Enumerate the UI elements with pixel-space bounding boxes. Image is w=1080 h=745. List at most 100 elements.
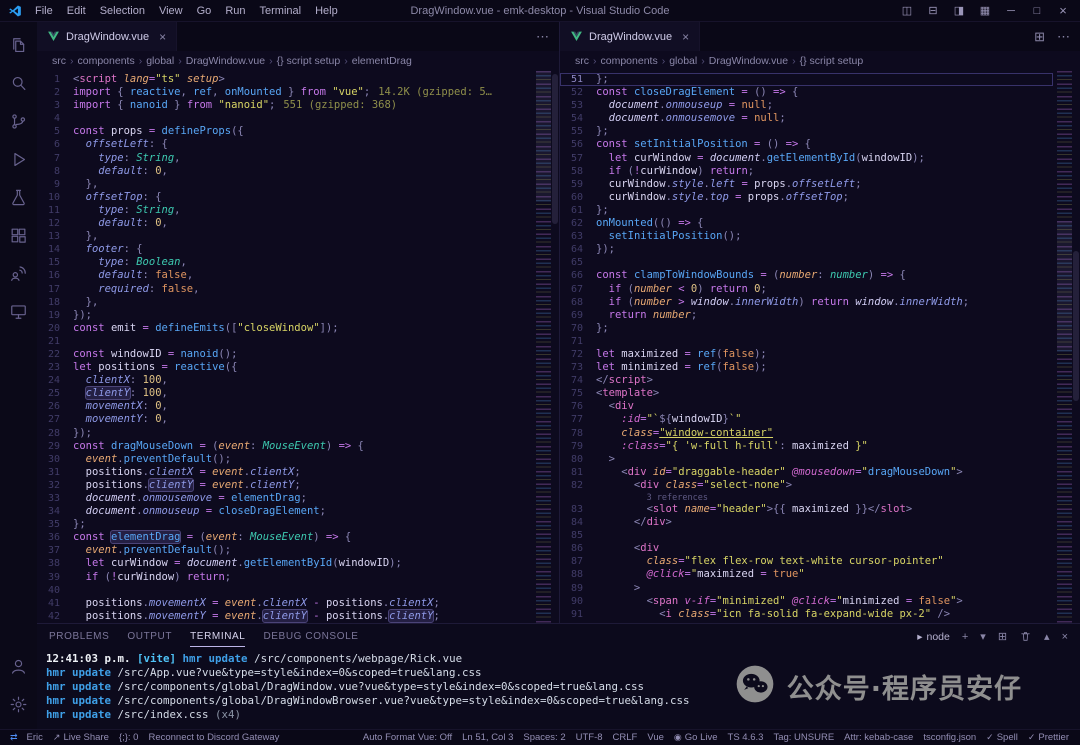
status-tsconfig[interactable]: tsconfig.json: [918, 732, 981, 743]
code-line[interactable]: 87 class="flex flex-row text-white curso…: [560, 555, 1053, 568]
split-editor-icon[interactable]: ⊞: [1034, 29, 1045, 45]
status-go-live[interactable]: ◉Go Live: [669, 732, 723, 743]
minimap[interactable]: [536, 71, 551, 623]
code-line[interactable]: 3 references: [560, 492, 1053, 503]
code-line[interactable]: 38 let curWindow = document.getElementBy…: [37, 557, 532, 570]
code-line[interactable]: 5const props = defineProps({: [37, 125, 532, 138]
code-line[interactable]: 36const elementDrag = (event: MouseEvent…: [37, 531, 532, 544]
tab-dragwindow[interactable]: DragWindow.vue ×: [560, 22, 700, 51]
code-line[interactable]: 65: [560, 256, 1053, 269]
code-line[interactable]: 40: [37, 584, 532, 597]
code-line[interactable]: 77 :id="`${windowID}`": [560, 413, 1053, 426]
code-line[interactable]: 90 <span v-if="minimized" @click="minimi…: [560, 595, 1053, 608]
vscode-logo-icon[interactable]: [8, 4, 22, 18]
code-line[interactable]: 67 if (number < 0) return 0;: [560, 283, 1053, 296]
toggle-secondary-sidebar-icon[interactable]: ◨: [946, 4, 972, 17]
code-line[interactable]: 4: [37, 112, 532, 125]
terminal-instance-item[interactable]: ▸ node: [917, 631, 950, 643]
code-line[interactable]: 52const closeDragElement = () => {: [560, 86, 1053, 99]
maximize-panel-icon[interactable]: ▴: [1044, 630, 1050, 643]
minimize-button[interactable]: ─: [998, 5, 1024, 17]
live-share-icon[interactable]: [0, 254, 37, 292]
status-attr-case[interactable]: Attr: kebab-case: [839, 732, 918, 743]
code-line[interactable]: 53 document.onmouseup = null;: [560, 99, 1053, 112]
menu-terminal[interactable]: Terminal: [253, 5, 309, 17]
code-line[interactable]: 55};: [560, 125, 1053, 138]
code-line[interactable]: 29const dragMouseDown = (event: MouseEve…: [37, 440, 532, 453]
breadcrumb-item[interactable]: global: [669, 55, 697, 67]
code-editor[interactable]: 51};52const closeDragElement = () => {53…: [560, 71, 1053, 623]
maximize-button[interactable]: □: [1024, 5, 1050, 17]
more-actions-icon[interactable]: ⋯: [1057, 29, 1070, 45]
code-line[interactable]: 8 default: 0,: [37, 165, 532, 178]
code-line[interactable]: 70};: [560, 322, 1053, 335]
code-line[interactable]: 75<template>: [560, 387, 1053, 400]
code-line[interactable]: 25 clientY: 100,: [37, 387, 532, 400]
scrollbar[interactable]: [551, 71, 559, 623]
code-line[interactable]: 23let positions = reactive({: [37, 361, 532, 374]
code-line[interactable]: 89 >: [560, 582, 1053, 595]
breadcrumb-item[interactable]: {} script setup: [277, 55, 341, 67]
search-icon[interactable]: [0, 64, 37, 102]
code-line[interactable]: 64});: [560, 243, 1053, 256]
breadcrumb-item[interactable]: DragWindow.vue: [709, 55, 788, 67]
code-line[interactable]: 41 positions.movementX = event.clientX -…: [37, 597, 532, 610]
status-indentation[interactable]: Spaces: 2: [518, 732, 570, 743]
code-line[interactable]: 74</script>: [560, 374, 1053, 387]
code-line[interactable]: 33 document.onmousemove = elementDrag;: [37, 492, 532, 505]
code-line[interactable]: 61};: [560, 204, 1053, 217]
new-terminal-button[interactable]: +: [962, 631, 968, 643]
code-line[interactable]: 31 positions.clientX = event.clientX;: [37, 466, 532, 479]
code-line[interactable]: 73let minimized = ref(false);: [560, 361, 1053, 374]
testing-icon[interactable]: [0, 178, 37, 216]
code-line[interactable]: 17 required: false,: [37, 283, 532, 296]
breadcrumb-item[interactable]: DragWindow.vue: [186, 55, 265, 67]
split-terminal-button[interactable]: ⊞: [998, 630, 1007, 643]
settings-icon[interactable]: [0, 685, 37, 723]
code-line[interactable]: 21: [37, 335, 532, 348]
breadcrumb-item[interactable]: src: [52, 55, 66, 67]
breadcrumb-item[interactable]: global: [146, 55, 174, 67]
status-remote-indicator[interactable]: ⇄: [6, 732, 22, 743]
code-line[interactable]: 79 :class="{ 'w-full h-full': maximized …: [560, 440, 1053, 453]
panel-tab-terminal[interactable]: TERMINAL: [190, 627, 245, 647]
panel-tab-problems[interactable]: PROBLEMS: [49, 627, 109, 647]
code-line[interactable]: 7 type: String,: [37, 152, 532, 165]
code-line[interactable]: 11 type: String,: [37, 204, 532, 217]
close-window-button[interactable]: ×: [1050, 3, 1076, 18]
code-line[interactable]: 62onMounted(() => {: [560, 217, 1053, 230]
status-discord[interactable]: Reconnect to Discord Gateway: [143, 732, 284, 743]
code-line[interactable]: 1<script lang="ts" setup>: [37, 73, 532, 86]
code-line[interactable]: 18 },: [37, 296, 532, 309]
more-actions-icon[interactable]: ⋯: [536, 29, 549, 45]
code-line[interactable]: 57 let curWindow = document.getElementBy…: [560, 152, 1053, 165]
code-line[interactable]: 15 type: Boolean,: [37, 256, 532, 269]
extensions-icon[interactable]: [0, 216, 37, 254]
code-line[interactable]: 60 curWindow.style.top = props.offsetTop…: [560, 191, 1053, 204]
status-ts-version[interactable]: TS 4.6.3: [723, 732, 769, 743]
code-line[interactable]: 58 if (!curWindow) return;: [560, 165, 1053, 178]
code-line[interactable]: 69 return number;: [560, 309, 1053, 322]
status-spell[interactable]: ✓Spell: [981, 732, 1023, 743]
scrollbar[interactable]: [1072, 71, 1080, 623]
code-line[interactable]: 35};: [37, 518, 532, 531]
source-control-icon[interactable]: [0, 102, 37, 140]
code-line[interactable]: 12 default: 0,: [37, 217, 532, 230]
code-line[interactable]: 51};: [560, 73, 1053, 86]
terminal-dropdown-icon[interactable]: ▾: [980, 630, 986, 643]
menu-view[interactable]: View: [152, 5, 190, 17]
code-line[interactable]: 76 <div: [560, 400, 1053, 413]
code-line[interactable]: 24 clientX: 100,: [37, 374, 532, 387]
status-problems[interactable]: {;}: 0: [114, 732, 144, 743]
code-line[interactable]: 66const clampToWindowBounds = (number: n…: [560, 269, 1053, 282]
code-line[interactable]: 37 event.preventDefault();: [37, 544, 532, 557]
codelens-references[interactable]: 3 references: [647, 493, 708, 503]
code-line[interactable]: 22const windowID = nanoid();: [37, 348, 532, 361]
code-line[interactable]: 84 </div>: [560, 516, 1053, 529]
accounts-icon[interactable]: [0, 647, 37, 685]
status-language-mode[interactable]: Vue: [642, 732, 669, 743]
close-tab-icon[interactable]: ×: [159, 30, 166, 44]
code-line[interactable]: 78 class="window-container": [560, 427, 1053, 440]
code-line[interactable]: 91 <i class="icn fa-solid fa-expand-wide…: [560, 608, 1053, 621]
code-editor[interactable]: 1<script lang="ts" setup>2import { react…: [37, 71, 532, 623]
